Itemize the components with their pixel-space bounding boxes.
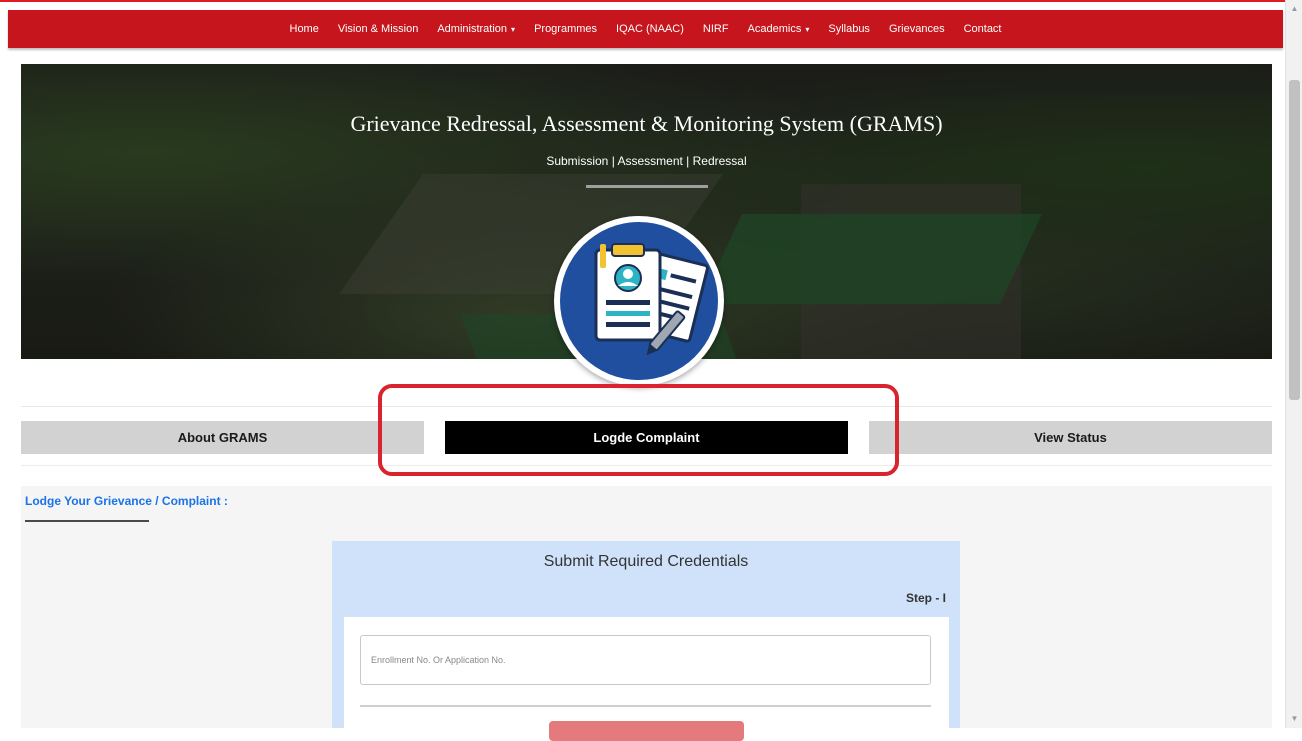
nav-item-label: Administration bbox=[437, 23, 508, 35]
card-divider bbox=[360, 705, 931, 707]
nav-item-syllabus[interactable]: Syllabus bbox=[828, 23, 870, 35]
nav-item-administration[interactable]: Administration ▾ bbox=[437, 23, 515, 35]
nav-item-home[interactable]: Home bbox=[290, 23, 319, 35]
hero-title: Grievance Redressal, Assessment & Monito… bbox=[350, 111, 943, 136]
chevron-down-icon: ▾ bbox=[511, 25, 516, 34]
lodge-complaint-section: Lodge Your Grievance / Complaint : Submi… bbox=[21, 486, 1272, 741]
card-title: Submit Required Credentials bbox=[543, 553, 749, 570]
nav-item-contact[interactable]: Contact bbox=[964, 23, 1002, 35]
card-body bbox=[344, 617, 949, 741]
nav-item-label: Programmes bbox=[534, 23, 598, 35]
grams-badge bbox=[554, 216, 724, 386]
nav-item-label: IQAC (NAAC) bbox=[616, 23, 684, 35]
documents-checklist-icon bbox=[594, 243, 709, 356]
chevron-down-icon: ▾ bbox=[805, 25, 810, 34]
nav-item-label: Syllabus bbox=[828, 23, 870, 35]
highlight-annotation-box bbox=[378, 384, 899, 476]
nav-item-vision-mission[interactable]: Vision & Mission bbox=[338, 23, 419, 35]
nav-item-label: Vision & Mission bbox=[337, 23, 419, 35]
submit-button[interactable] bbox=[549, 721, 744, 741]
nav-item-label: Grievances bbox=[888, 23, 945, 35]
main-navbar: Home Vision & Mission Administration ▾ Progr… bbox=[8, 10, 1283, 48]
nav-items: Home Vision & Mission Administration ▾ Progr… bbox=[8, 10, 1283, 48]
enrollment-number-input[interactable] bbox=[360, 635, 931, 685]
page-scrollbar[interactable]: ▲ ▼ bbox=[1285, 0, 1302, 728]
scrollbar-thumb[interactable] bbox=[1289, 80, 1300, 400]
section-heading-underline bbox=[25, 520, 149, 522]
nav-item-label: Academics bbox=[747, 23, 802, 35]
tab-about-grams[interactable]: About GRAMS bbox=[21, 421, 424, 454]
nav-item-label: Contact bbox=[963, 23, 1002, 35]
hero-divider bbox=[586, 185, 708, 188]
nav-item-nirf[interactable]: NIRF bbox=[703, 23, 729, 35]
nav-item-iqac-naac[interactable]: IQAC (NAAC) bbox=[616, 23, 684, 35]
nav-item-programmes[interactable]: Programmes bbox=[534, 23, 597, 35]
nav-item-label: Home bbox=[289, 23, 319, 35]
section-heading: Lodge Your Grievance / Complaint : bbox=[25, 494, 228, 508]
nav-item-label: NIRF bbox=[702, 23, 729, 35]
nav-item-grievances[interactable]: Grievances bbox=[889, 23, 945, 35]
credentials-card: Submit Required Credentials Step - I bbox=[332, 541, 960, 741]
scroll-down-arrow-icon[interactable]: ▼ bbox=[1286, 712, 1302, 726]
scroll-up-arrow-icon[interactable]: ▲ bbox=[1286, 2, 1302, 16]
tab-view-status[interactable]: View Status bbox=[869, 421, 1272, 454]
step-label: Step - I bbox=[905, 591, 946, 605]
nav-item-academics[interactable]: Academics ▾ bbox=[748, 23, 810, 35]
page-top-accent-line bbox=[0, 0, 1302, 2]
hero-subtitle: Submission | Assessment | Redressal bbox=[546, 154, 747, 168]
